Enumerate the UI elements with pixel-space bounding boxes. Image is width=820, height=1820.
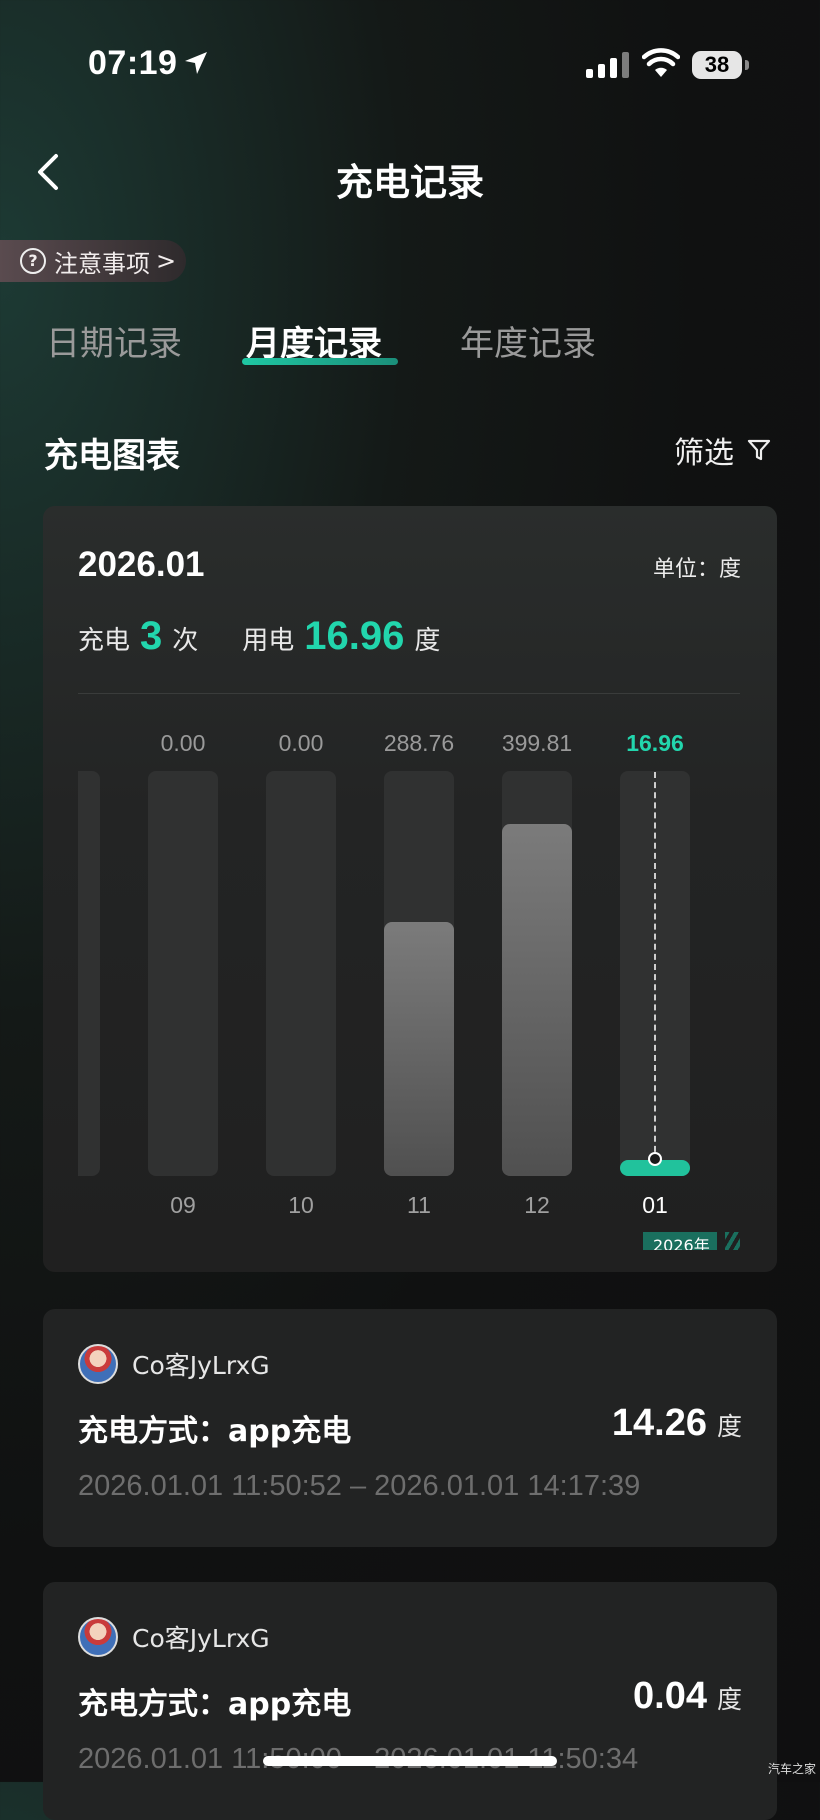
page-title: 充电记录 (336, 161, 484, 204)
bar-track[interactable] (266, 771, 336, 1176)
x-axis-label: 09 (170, 1192, 196, 1218)
bar-value-label: 0.00 (160, 730, 206, 756)
usage-label: 用电 (242, 626, 295, 656)
avatar (78, 1344, 118, 1384)
record-amount-group: 14.26 度 (612, 1402, 742, 1445)
unit-label: 单位：度 (653, 557, 742, 582)
x-axis-label: 01 (642, 1192, 668, 1218)
usage-suffix: 度 (414, 626, 441, 656)
record-method: 充电方式：app充电 (78, 1687, 352, 1722)
x-axis-label: 11 (407, 1192, 431, 1218)
x-axis-label: 10 (288, 1192, 314, 1218)
chart-month: 2026.01 (78, 545, 205, 584)
battery-tip (745, 60, 749, 70)
bar-value-label: 16.96 (626, 730, 684, 756)
notice-button[interactable]: ? 注意事项 > (0, 240, 186, 282)
selection-dashed-line (654, 772, 656, 1162)
charge-count-label: 充电 (78, 626, 131, 656)
usage-value: 16.96 (304, 614, 405, 658)
selection-dot (648, 1152, 662, 1166)
location-arrow-icon (183, 50, 209, 80)
filter-label: 筛选 (674, 436, 734, 471)
record-username: Co客JyLrxG (132, 1624, 270, 1653)
bar-value-label: 288.76 (383, 730, 455, 756)
bar-track[interactable] (384, 771, 454, 1176)
monthly-stats: 充电 3 次 用电 16.96 度 (78, 614, 440, 659)
monthly-bar-chart[interactable]: 0080.00090.0010288.7611399.811216.962026… (78, 720, 740, 1250)
x-axis-label: 08 (78, 1192, 125, 1219)
record-amount-group: 0.04 度 (633, 1675, 742, 1718)
filter-funnel-icon (747, 439, 771, 461)
record-amount: 0.04 (633, 1675, 707, 1717)
bar-value-label: 0 (78, 730, 125, 757)
x-axis-label: 12 (524, 1192, 550, 1218)
record-amount-unit: 度 (716, 1685, 742, 1714)
status-time: 07:19 (88, 44, 178, 82)
tab-yearly-records[interactable]: 年度记录 (460, 316, 596, 365)
question-circle-icon: ? (20, 248, 46, 274)
bar-track[interactable] (148, 771, 218, 1176)
home-indicator[interactable] (263, 1756, 557, 1766)
record-period: 2026.01.01 11:50:52 – 2026.01.01 14:17:3… (78, 1470, 641, 1502)
record-amount: 14.26 (611, 1402, 707, 1444)
filter-button[interactable]: 筛选 (674, 428, 772, 472)
avatar (78, 1617, 118, 1657)
charge-count-suffix: 次 (172, 626, 199, 656)
bar-value-label: 399.81 (501, 730, 573, 756)
record-username: Co客JyLrxG (132, 1351, 270, 1380)
watermark: 汽车之家 (768, 1762, 817, 1776)
chevron-right-icon: > (156, 247, 177, 275)
bar-value-label: 0.00 (278, 730, 324, 756)
cellular-signal-icon (586, 52, 632, 78)
bar (384, 922, 454, 1176)
section-title: 充电图表 (44, 436, 180, 476)
notice-label: 注意事项 (54, 249, 150, 278)
wifi-icon (641, 48, 681, 82)
bar-track[interactable] (78, 771, 100, 1176)
chart-divider (78, 693, 740, 694)
bar (502, 824, 572, 1176)
active-tab-indicator (242, 358, 398, 365)
bar-track[interactable] (502, 771, 572, 1176)
record-amount-unit: 度 (716, 1412, 742, 1441)
record-method: 充电方式：app充电 (78, 1414, 352, 1449)
charge-count-value: 3 (140, 614, 163, 658)
battery-indicator: 38 (692, 51, 742, 79)
year-badge-stripes (725, 1232, 740, 1250)
tab-daily-records[interactable]: 日期记录 (46, 316, 182, 365)
